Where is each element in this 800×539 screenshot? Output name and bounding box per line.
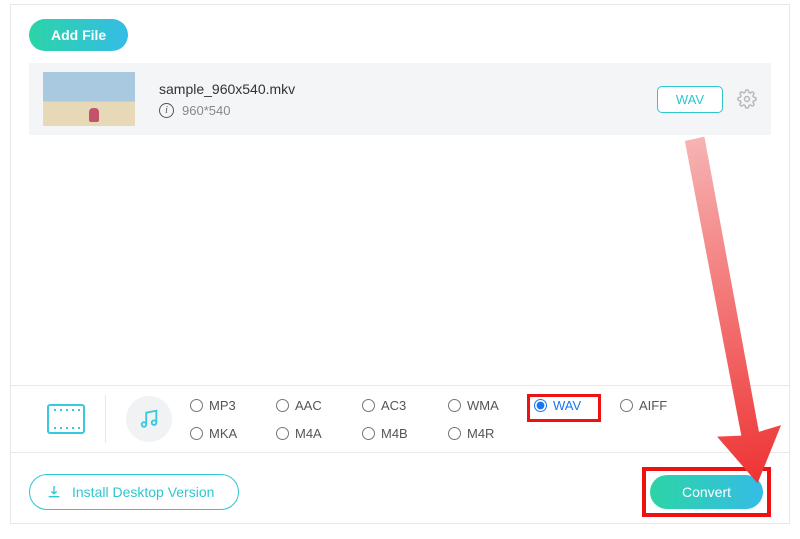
app-panel: Add File sample_960x540.mkv i 960*540 WA… (10, 4, 790, 524)
info-icon[interactable]: i (159, 103, 174, 118)
divider (105, 395, 106, 443)
install-desktop-button[interactable]: Install Desktop Version (29, 474, 239, 510)
format-option-aiff[interactable]: AIFF (620, 398, 706, 413)
format-option-mka[interactable]: MKA (190, 426, 276, 441)
convert-button[interactable]: Convert (650, 475, 763, 509)
file-name: sample_960x540.mkv (159, 81, 657, 97)
bottom-bar: Install Desktop Version Convert (11, 461, 789, 523)
annotation-convert-highlight: Convert (642, 467, 771, 517)
format-option-aac[interactable]: AAC (276, 398, 362, 413)
format-panel: MP3 AAC AC3 WMA WAV AIFF MKA M4A M4B M4R (11, 385, 789, 453)
output-format-badge[interactable]: WAV (657, 86, 723, 113)
audio-formats-icon[interactable] (126, 396, 172, 442)
format-option-mp3[interactable]: MP3 (190, 398, 276, 413)
file-meta: sample_960x540.mkv i 960*540 (159, 81, 657, 118)
download-icon (46, 484, 62, 500)
gear-icon[interactable] (737, 89, 757, 109)
format-option-m4a[interactable]: M4A (276, 426, 362, 441)
file-thumbnail[interactable] (43, 72, 135, 126)
install-desktop-label: Install Desktop Version (72, 484, 214, 500)
add-file-button[interactable]: Add File (29, 19, 128, 51)
format-option-wav[interactable]: WAV (534, 398, 620, 413)
format-option-ac3[interactable]: AC3 (362, 398, 448, 413)
format-grid: MP3 AAC AC3 WMA WAV AIFF MKA M4A M4B M4R (190, 393, 706, 445)
file-item: sample_960x540.mkv i 960*540 WAV (29, 63, 771, 135)
video-formats-icon[interactable] (47, 404, 85, 434)
format-option-m4r[interactable]: M4R (448, 426, 534, 441)
format-option-wma[interactable]: WMA (448, 398, 534, 413)
format-option-m4b[interactable]: M4B (362, 426, 448, 441)
file-dimensions: 960*540 (182, 103, 230, 118)
